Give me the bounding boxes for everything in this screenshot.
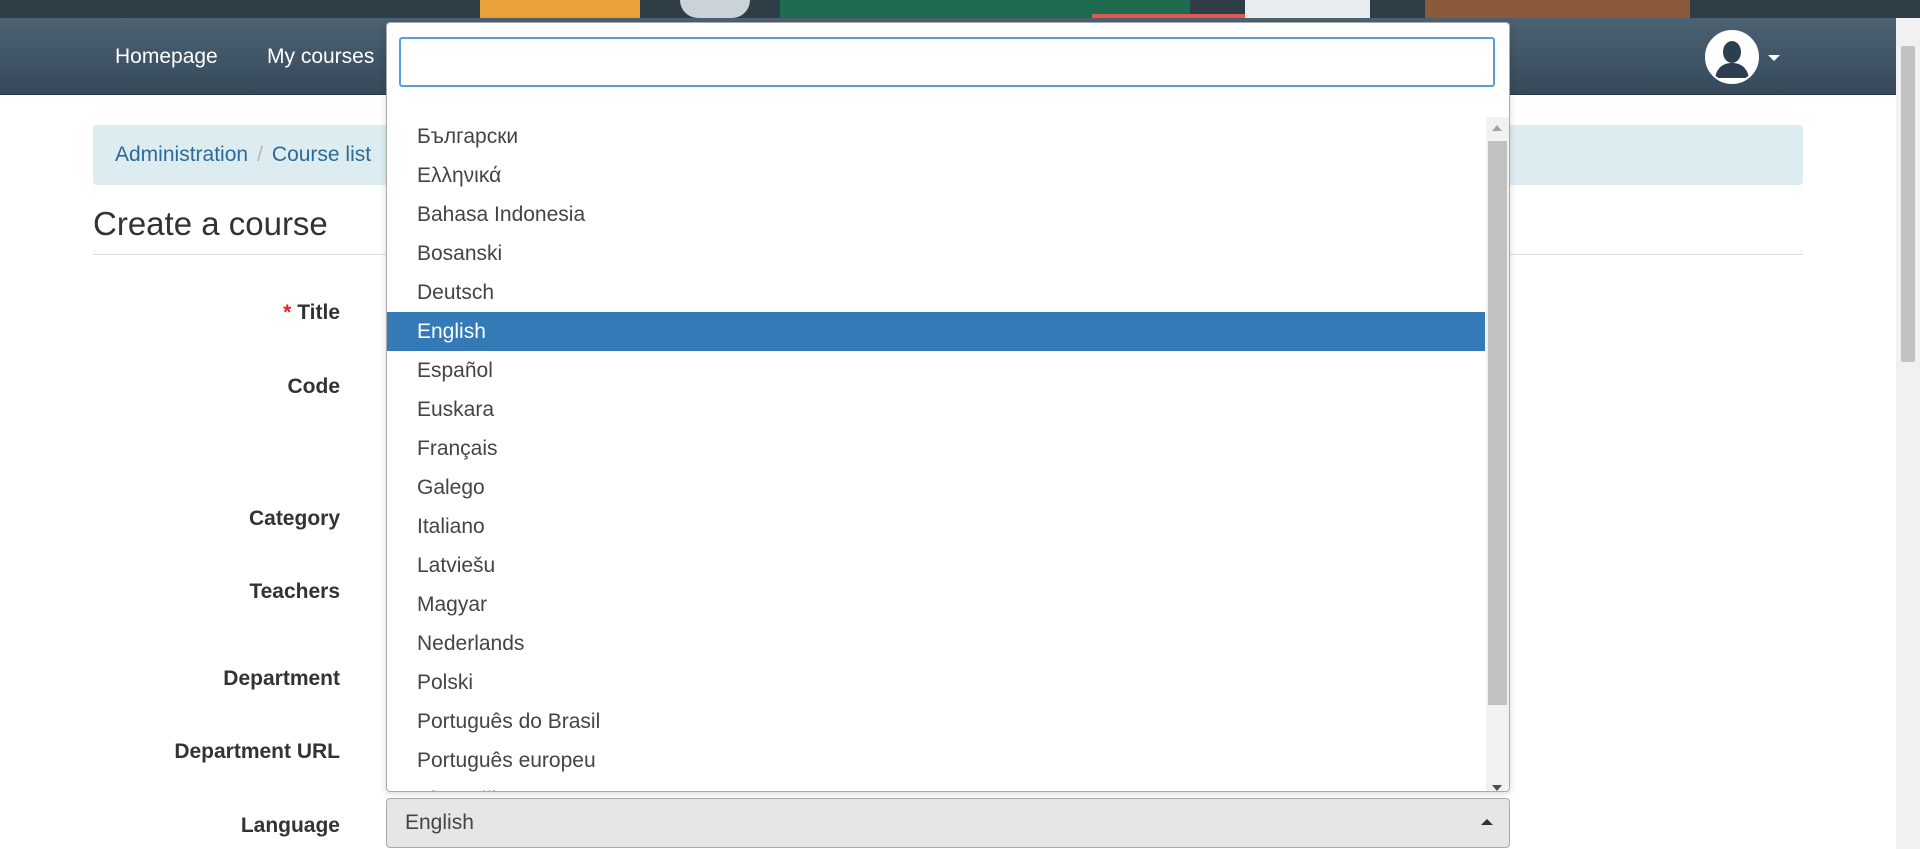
- title-label-text: Title: [297, 301, 340, 324]
- language-search-input[interactable]: [399, 37, 1495, 87]
- language-option[interactable]: Português europeu: [387, 741, 1485, 780]
- page-scrollbar[interactable]: [1896, 18, 1920, 849]
- banner-art-shelf: [1425, 0, 1690, 18]
- language-label: Language: [240, 814, 340, 837]
- language-select-value: English: [405, 811, 474, 834]
- language-dropdown: Български Ελληνικά Bahasa Indonesia Bosansk…: [386, 22, 1510, 792]
- language-option[interactable]: Bahasa Indonesia: [387, 195, 1485, 234]
- language-option[interactable]: Português do Brasil: [387, 702, 1485, 741]
- language-select[interactable]: English: [386, 798, 1510, 848]
- language-option[interactable]: Magyar: [387, 585, 1485, 624]
- language-options-list: Български Ελληνικά Bahasa Indonesia Bosansk…: [387, 117, 1485, 791]
- page-title: Create a course: [93, 205, 328, 242]
- nav-homepage[interactable]: Homepage: [115, 18, 218, 95]
- teachers-label: Teachers: [249, 580, 340, 603]
- banner-art-clock: [680, 0, 750, 18]
- language-option[interactable]: Español: [387, 351, 1485, 390]
- language-option[interactable]: Slovenčina: [387, 780, 1485, 791]
- dropdown-scrollbar[interactable]: [1486, 117, 1509, 791]
- language-option[interactable]: Ελληνικά: [387, 156, 1485, 195]
- chevron-up-icon: [1481, 819, 1493, 825]
- language-option[interactable]: Bosanski: [387, 234, 1485, 273]
- language-option[interactable]: Deutsch: [387, 273, 1485, 312]
- required-marker: *: [283, 301, 292, 324]
- banner-art-paper: [1245, 0, 1370, 18]
- page-scrollbar-thumb[interactable]: [1901, 46, 1915, 362]
- breadcrumb-course-list[interactable]: Course list: [272, 143, 371, 166]
- user-avatar-icon[interactable]: [1705, 30, 1759, 84]
- language-option[interactable]: English: [387, 312, 1485, 351]
- language-option[interactable]: Nederlands: [387, 624, 1485, 663]
- scroll-up-arrow-icon[interactable]: [1492, 125, 1502, 131]
- code-label: Code: [287, 375, 341, 398]
- breadcrumb-separator: /: [257, 143, 263, 166]
- category-label: Category: [248, 507, 340, 530]
- language-option[interactable]: Français: [387, 429, 1485, 468]
- language-option[interactable]: Latviešu: [387, 546, 1485, 585]
- user-menu-caret-icon[interactable]: [1768, 55, 1780, 61]
- department-label: Department: [223, 667, 340, 690]
- language-option[interactable]: Italiano: [387, 507, 1485, 546]
- breadcrumb-administration[interactable]: Administration: [115, 143, 248, 166]
- language-option[interactable]: Polski: [387, 663, 1485, 702]
- dropdown-scrollbar-thumb[interactable]: [1488, 141, 1507, 705]
- scroll-down-arrow-icon[interactable]: [1492, 785, 1502, 791]
- header-banner: [0, 0, 1920, 18]
- title-label: * Title: [283, 301, 340, 325]
- language-option[interactable]: Euskara: [387, 390, 1485, 429]
- nav-my-courses[interactable]: My courses: [267, 18, 374, 95]
- banner-art-books: [480, 0, 640, 18]
- language-option[interactable]: Galego: [387, 468, 1485, 507]
- department-url-label: Department URL: [174, 740, 340, 763]
- user-silhouette-icon: [1707, 32, 1757, 82]
- language-option[interactable]: Български: [387, 117, 1485, 156]
